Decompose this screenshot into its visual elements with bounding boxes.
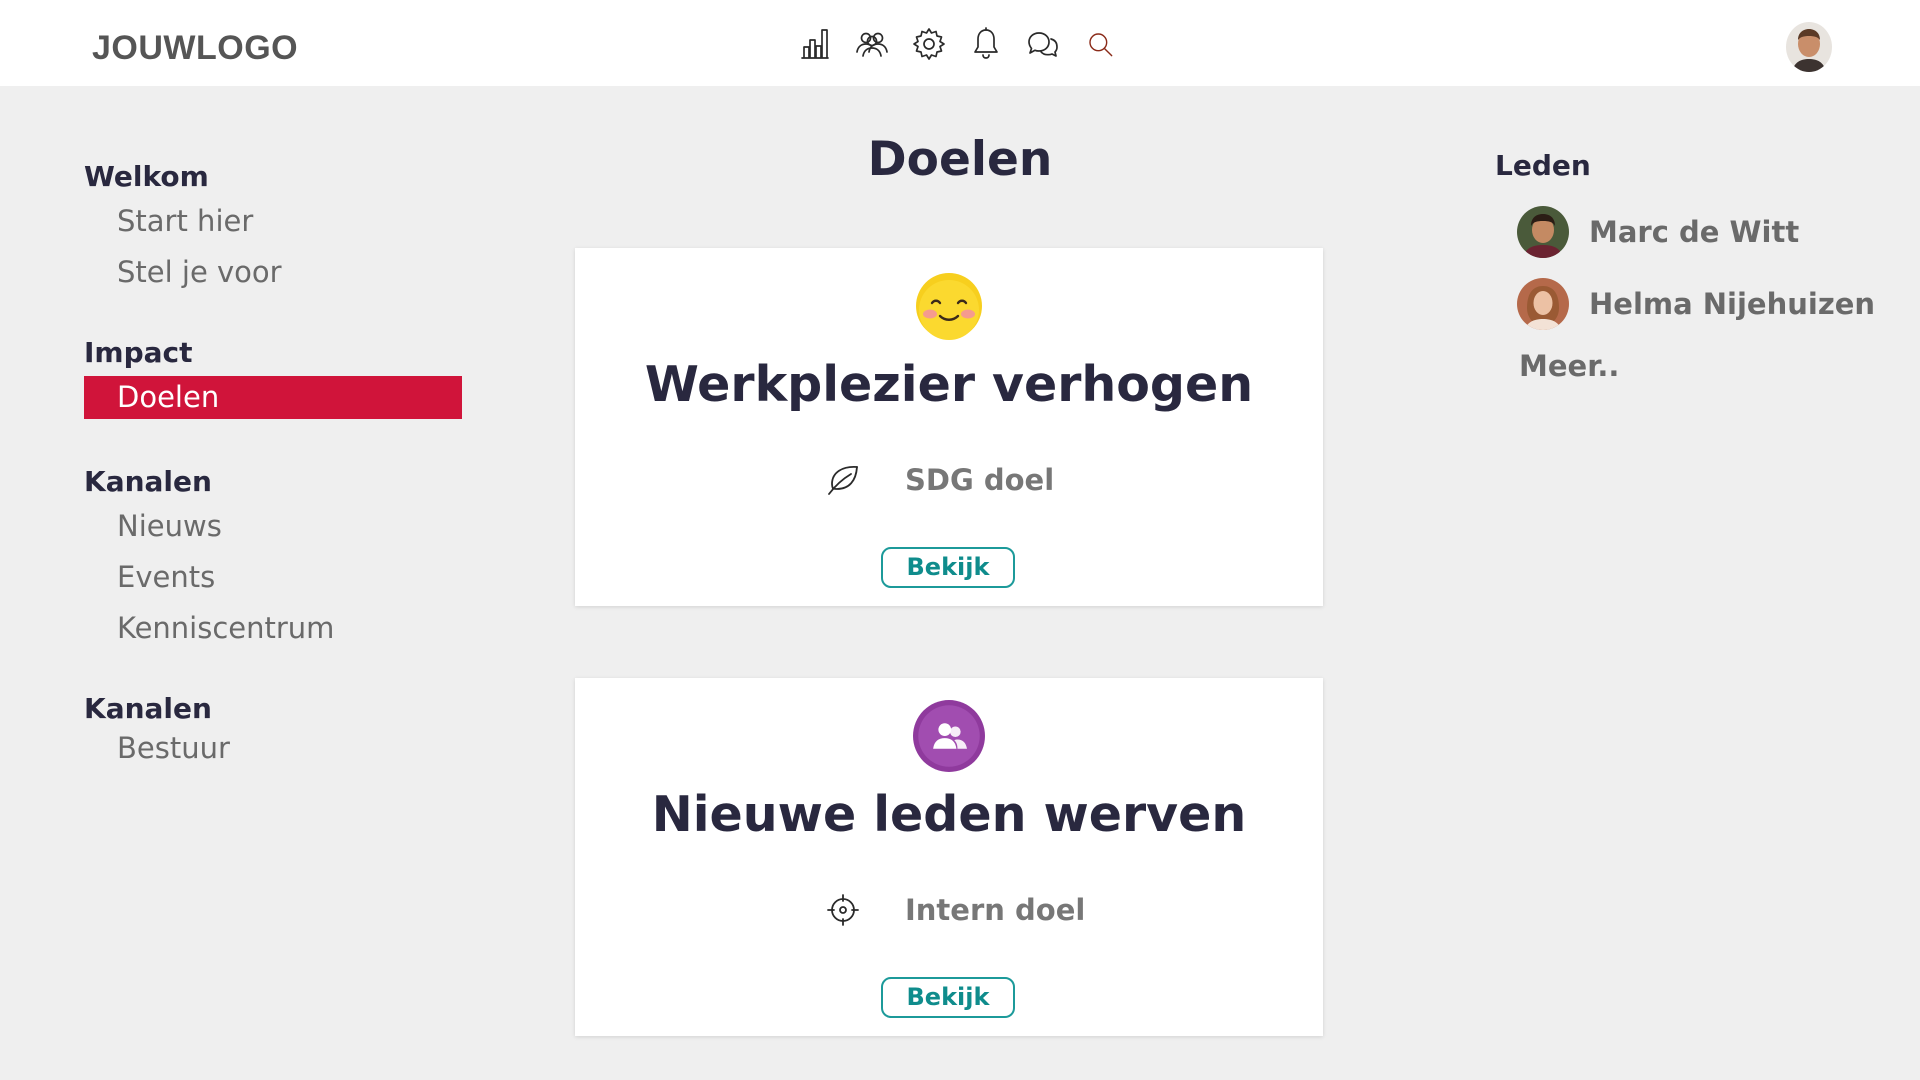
sidebar-item-kenniscentrum[interactable]: Kenniscentrum	[84, 603, 464, 654]
bell-icon[interactable]	[967, 25, 1005, 63]
sidebar-section-welkom: Welkom	[84, 160, 209, 193]
sidebar-item-doelen[interactable]: Doelen	[84, 376, 462, 419]
top-icons	[796, 24, 1138, 64]
goal-card: Nieuwe leden werven Intern doel Bekijk	[575, 678, 1323, 1036]
card-type-label: SDG doel	[905, 463, 1055, 497]
card-title: Nieuwe leden werven	[651, 786, 1247, 843]
top-bar: JOUWLOGO	[0, 0, 1920, 86]
user-avatar[interactable]	[1786, 22, 1832, 72]
sidebar-item-nieuws[interactable]: Nieuws	[84, 501, 464, 552]
card-title: Werkplezier verhogen	[644, 356, 1254, 413]
sidebar-section-impact: Impact	[84, 336, 193, 369]
target-icon	[827, 894, 859, 926]
sidebar: Welkom Start hier Stel je voor Impact Do…	[84, 158, 464, 768]
smiley-icon	[915, 272, 983, 340]
chart-icon[interactable]	[796, 25, 834, 63]
leaf-icon	[828, 466, 858, 495]
sidebar-section-kanalen-2: Kanalen	[84, 692, 212, 725]
member-item[interactable]: Marc de Witt	[1495, 206, 1895, 258]
bekijk-button[interactable]: Bekijk	[881, 977, 1015, 1018]
search-icon[interactable]	[1081, 25, 1119, 63]
sidebar-section-kanalen: Kanalen	[84, 465, 212, 498]
card-type: Intern doel	[825, 888, 1085, 932]
more-members-link[interactable]: Meer..	[1519, 344, 1895, 388]
member-avatar	[1517, 206, 1569, 258]
users-icon[interactable]	[853, 25, 891, 63]
goal-card: Werkplezier verhogen SDG doel Bekijk	[575, 248, 1323, 606]
gear-icon[interactable]	[910, 25, 948, 63]
sidebar-item-start-hier[interactable]: Start hier	[84, 196, 464, 247]
members-title: Leden	[1495, 149, 1591, 182]
card-type-label: Intern doel	[905, 893, 1086, 927]
card-type: SDG doel	[825, 458, 1054, 502]
member-item[interactable]: Helma Nijehuizen	[1495, 278, 1895, 330]
page-title: Doelen	[867, 132, 1053, 187]
member-avatar	[1517, 278, 1569, 330]
members-panel: Leden Marc de Witt Helma Nijehuizen Meer…	[1495, 146, 1895, 388]
sidebar-item-bestuur[interactable]: Bestuur	[84, 728, 464, 768]
sidebar-item-stel-je-voor[interactable]: Stel je voor	[84, 247, 464, 298]
member-name: Marc de Witt	[1589, 215, 1800, 249]
group-icon	[913, 700, 985, 772]
chat-icon[interactable]	[1024, 25, 1062, 63]
sidebar-item-events[interactable]: Events	[84, 552, 464, 603]
member-name: Helma Nijehuizen	[1589, 287, 1876, 321]
logo[interactable]: JOUWLOGO	[92, 29, 298, 68]
bekijk-button[interactable]: Bekijk	[881, 547, 1015, 588]
